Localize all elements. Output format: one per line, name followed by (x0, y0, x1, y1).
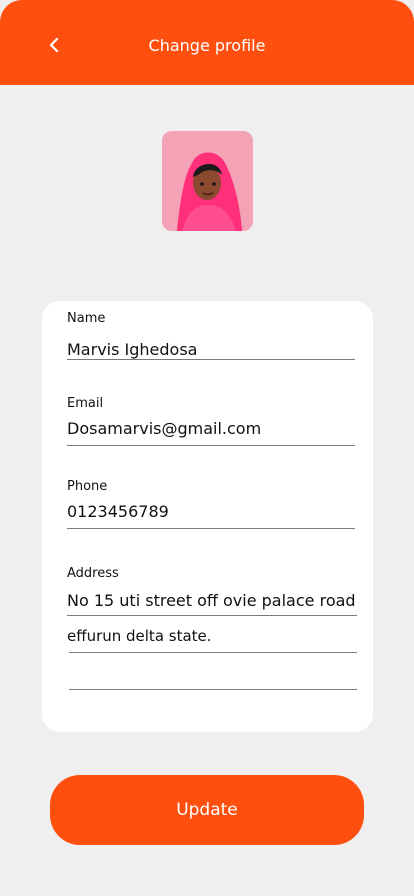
profile-form-card: Name Marvis Ighedosa Email Dosamarvis@gm… (42, 301, 373, 732)
address-line1-field[interactable]: No 15 uti street off ovie palace road (67, 591, 356, 610)
profile-avatar[interactable] (162, 131, 253, 231)
name-underline (67, 359, 355, 360)
email-label: Email (67, 396, 104, 411)
name-field[interactable]: Marvis Ighedosa (67, 340, 197, 359)
address-line1-underline (67, 615, 357, 616)
email-field[interactable]: Dosamarvis@gmail.com (67, 419, 261, 438)
app-header: Change profile (0, 0, 414, 85)
address-line2-underline (69, 652, 357, 653)
phone-label: Phone (67, 479, 108, 494)
page-title: Change profile (148, 36, 266, 55)
name-label: Name (67, 311, 106, 326)
address-line2-field[interactable]: effurun delta state. (67, 627, 212, 645)
phone-field[interactable]: 0123456789 (67, 502, 169, 521)
phone-underline (67, 528, 355, 529)
user-avatar-icon (162, 131, 253, 231)
address-line3-underline (69, 689, 357, 690)
email-underline (67, 445, 355, 446)
address-label: Address (67, 566, 119, 581)
update-button[interactable]: Update (50, 775, 364, 845)
